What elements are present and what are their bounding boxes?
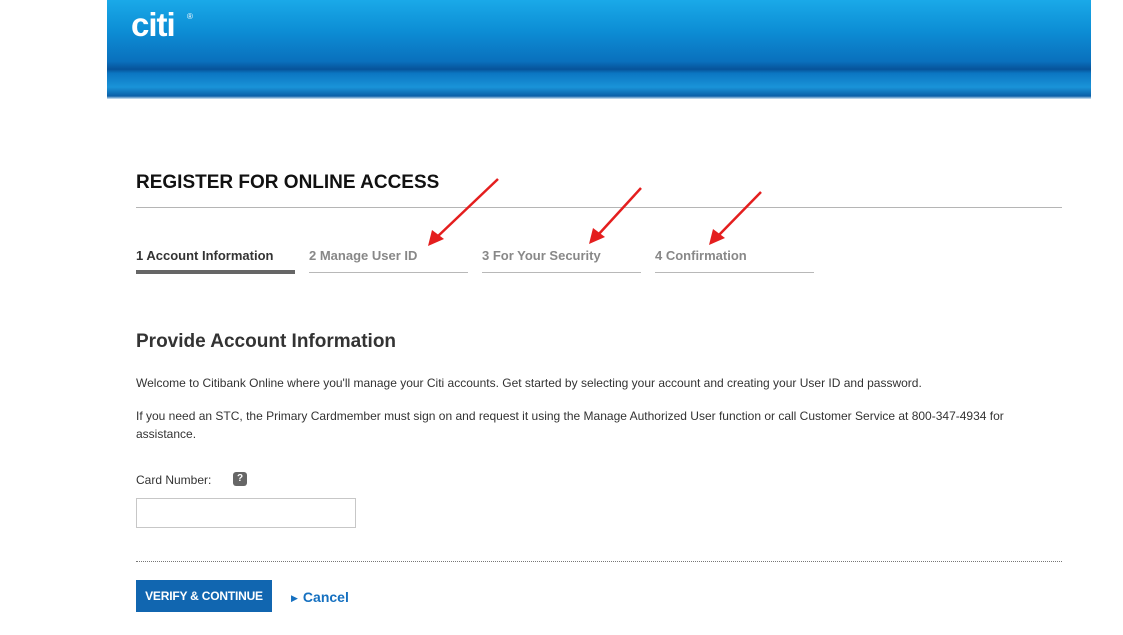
cancel-label: Cancel	[302, 589, 349, 605]
red-arrow-icon	[589, 187, 642, 244]
step-progress-bar	[482, 272, 641, 273]
registered-mark: ®	[187, 12, 193, 21]
chevron-right-icon: ▶	[291, 593, 298, 603]
red-arrow-icon	[428, 178, 499, 246]
card-number-label: Card Number:	[136, 473, 212, 487]
step-label: 1 Account Information	[136, 248, 274, 263]
red-arrow-icon	[709, 191, 762, 245]
intro-text: Welcome to Citibank Online where you'll …	[136, 376, 922, 390]
page-title: REGISTER FOR ONLINE ACCESS	[136, 172, 440, 193]
step-progress-bar	[309, 272, 468, 273]
section-title: Provide Account Information	[136, 331, 397, 352]
card-number-input[interactable]	[136, 498, 356, 528]
step-progress-bar	[655, 272, 814, 273]
step-progress-bar	[136, 270, 295, 274]
help-icon[interactable]: ?	[233, 472, 247, 486]
citi-logo[interactable]: citi	[131, 6, 176, 44]
step-account-information: 1 Account Information	[136, 248, 295, 274]
site-header: citi ®	[107, 0, 1091, 99]
cancel-link[interactable]: ▶ Cancel	[291, 589, 349, 605]
stc-note: If you need an STC, the Primary Cardmemb…	[136, 409, 1004, 441]
verify-continue-button[interactable]: VERIFY & CONTINUE	[136, 580, 272, 612]
form-divider	[136, 561, 1062, 562]
